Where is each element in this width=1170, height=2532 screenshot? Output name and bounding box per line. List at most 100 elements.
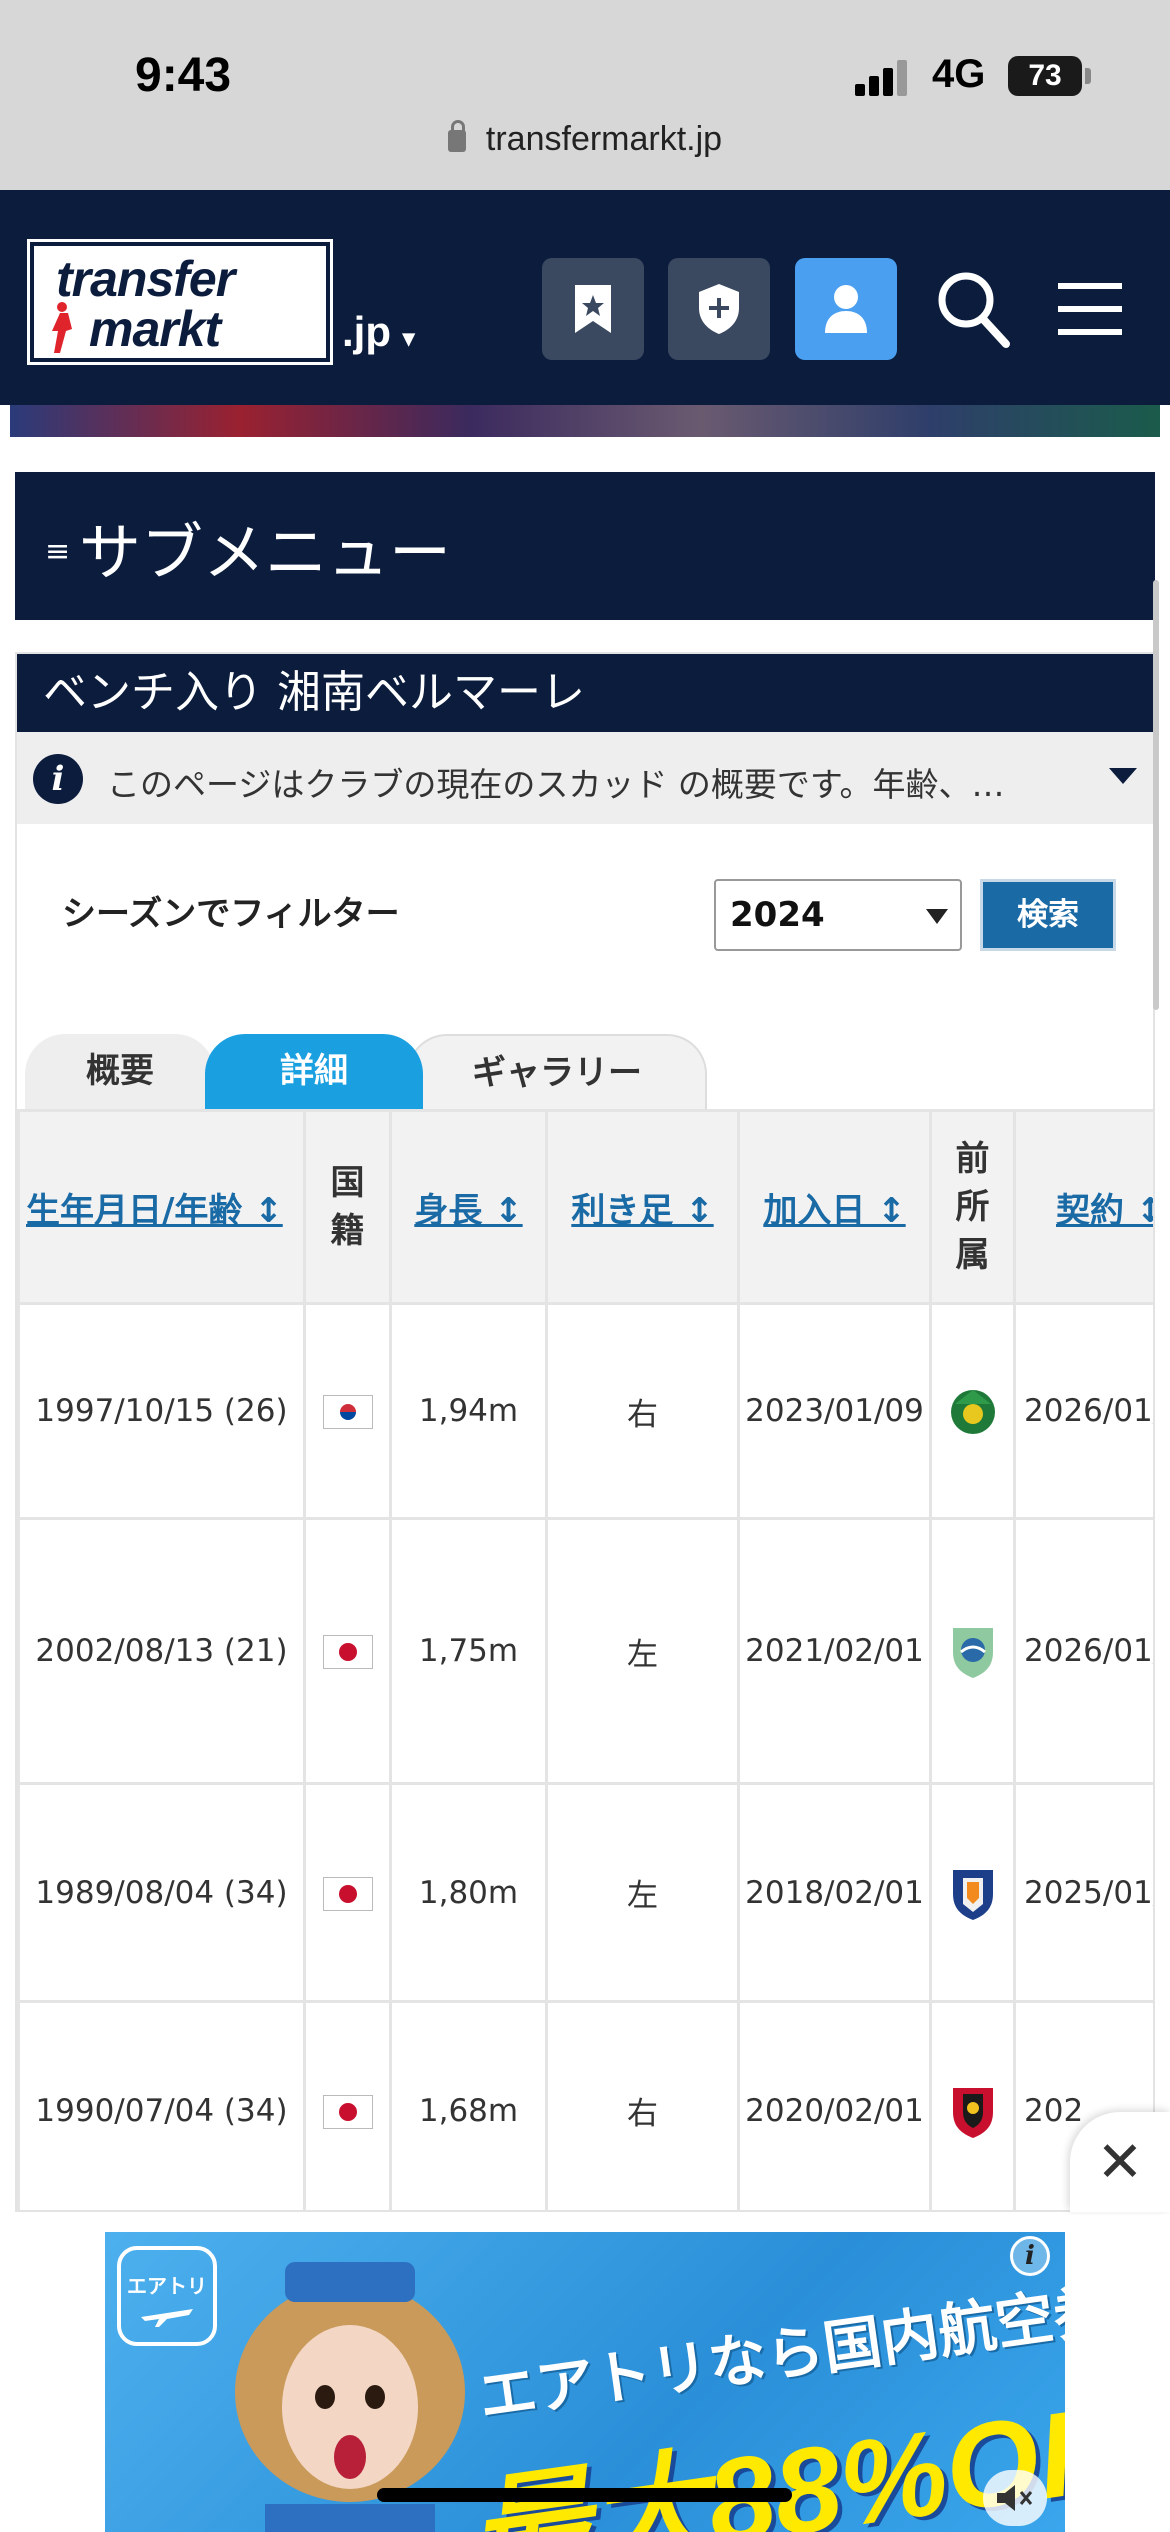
table-row[interactable]: 2002/08/13 (21) 1,75m 左 2021/02/01 2026/…: [17, 1517, 1153, 1785]
airplane-icon: [141, 2309, 193, 2327]
hamburger-menu-button[interactable]: [1045, 258, 1135, 360]
squad-title: ベンチ入り 湘南ベルマーレ: [17, 654, 1153, 732]
table-row[interactable]: 1997/10/15 (26) 1,94m 右 2023/01/09 2026/…: [17, 1302, 1153, 1520]
club-button[interactable]: [668, 258, 770, 360]
foot-cell: 左: [545, 1782, 740, 2003]
header-contract[interactable]: 契約 ↕: [1013, 1109, 1153, 1305]
dob-cell: 1990/07/04 (34): [17, 2000, 306, 2210]
red-crest-icon[interactable]: [947, 2082, 999, 2140]
prev-club-cell[interactable]: [929, 1782, 1016, 2003]
height-cell: 1,80m: [389, 1782, 548, 2003]
ad-banner[interactable]: エアトリ エアトリなら国内航空券が 最大88%OFF!? i: [105, 2232, 1065, 2532]
prev-club-cell[interactable]: [929, 2000, 1016, 2210]
site-logo[interactable]: transfer markt: [27, 239, 333, 365]
height-cell: 1,75m: [389, 1517, 548, 1785]
network-type: 4G: [932, 52, 986, 96]
submenu-toggle[interactable]: ≡ サブメニュー: [15, 472, 1155, 620]
home-indicator[interactable]: [377, 2488, 792, 2502]
header-joined[interactable]: 加入日 ↕: [737, 1109, 932, 1305]
season-value: 2024: [730, 895, 825, 935]
height-cell: 1,94m: [389, 1302, 548, 1520]
battery-tip: [1085, 68, 1091, 84]
domain-selector[interactable]: .jp ▾: [342, 308, 415, 356]
sort-joined-link[interactable]: 加入日 ↕: [763, 1191, 905, 1231]
expand-caret-icon[interactable]: [1109, 768, 1137, 784]
season-search-button[interactable]: 検索: [980, 879, 1116, 951]
header-nation: 国籍: [303, 1109, 392, 1305]
logo-player-icon: [52, 302, 72, 353]
green-crest-icon[interactable]: [947, 1382, 999, 1440]
contract-cell: 2026/01/: [1013, 1302, 1153, 1520]
close-icon: ✕: [1096, 2129, 1144, 2195]
blue-orange-crest-icon[interactable]: [947, 1864, 999, 1922]
header-foot[interactable]: 利き足 ↕: [545, 1109, 740, 1305]
battery-icon: 73: [1008, 56, 1082, 96]
nation-cell: [303, 1302, 392, 1520]
shield-plus-icon: [699, 284, 739, 334]
close-ad-button[interactable]: ✕: [1070, 2112, 1170, 2212]
table-header-row: 生年月日/年齢 ↕ 国籍 身長 ↕ 利き足 ↕ 加入日 ↕ 前所属 契約 ↕: [17, 1109, 1153, 1305]
prev-club-cell[interactable]: [929, 1302, 1016, 1520]
joined-cell: 2018/02/01: [737, 1782, 932, 2003]
sort-height-link[interactable]: 身長 ↕: [414, 1191, 522, 1231]
nation-cell: [303, 1517, 392, 1785]
status-bar: 9:43 4G 73 transfermarkt.jp: [0, 0, 1170, 190]
flag-south-korea-icon: [322, 1395, 373, 1430]
chevron-down-icon: ▾: [402, 325, 415, 352]
joined-cell: 2021/02/01: [737, 1517, 932, 1785]
foot-cell: 右: [545, 1302, 740, 1520]
user-button[interactable]: [795, 258, 897, 360]
bookmark-icon: [575, 285, 611, 333]
tab-overview[interactable]: 概要: [25, 1034, 215, 1109]
ad-info-icon[interactable]: i: [1010, 2236, 1050, 2276]
sort-dob-link[interactable]: 生年月日/年齢 ↕: [26, 1191, 283, 1231]
sort-foot-link[interactable]: 利き足 ↕: [571, 1191, 713, 1231]
ad-mute-button[interactable]: [983, 2470, 1047, 2526]
tab-detail[interactable]: 詳細: [205, 1034, 423, 1109]
search-button[interactable]: [928, 258, 1018, 360]
lock-icon: [447, 120, 466, 152]
page-scrollbar[interactable]: [1153, 580, 1159, 1010]
shonan-crest-icon[interactable]: [947, 1622, 999, 1680]
header-prev-club: 前所属: [929, 1109, 1016, 1305]
header-dob[interactable]: 生年月日/年齢 ↕: [17, 1109, 306, 1305]
info-bar[interactable]: i このページはクラブの現在のスカッド の概要です。年齢、…: [17, 732, 1153, 824]
user-icon: [825, 285, 867, 333]
contract-cell: 2025/01/: [1013, 1782, 1153, 2003]
search-icon: [938, 272, 1010, 348]
squad-table-wrapper[interactable]: 生年月日/年齢 ↕ 国籍 身長 ↕ 利き足 ↕ 加入日 ↕ 前所属 契約 ↕ 1…: [17, 1109, 1153, 2210]
squad-table: 生年月日/年齢 ↕ 国籍 身長 ↕ 利き足 ↕ 加入日 ↕ 前所属 契約 ↕ 1…: [17, 1109, 1153, 2210]
season-select[interactable]: 2024: [714, 879, 962, 951]
flag-japan-icon: [322, 2094, 373, 2129]
bookmark-button[interactable]: [542, 258, 644, 360]
dob-cell: 1989/08/04 (34): [17, 1782, 306, 2003]
tab-gallery[interactable]: ギャラリー: [407, 1034, 707, 1109]
table-row[interactable]: 1990/07/04 (34) 1,68m 右 2020/02/01 202: [17, 2000, 1153, 2210]
site-header: transfer markt .jp ▾: [0, 190, 1170, 405]
season-filter-label: シーズンでフィルター: [62, 894, 400, 934]
submenu-title: サブメニュー: [79, 516, 452, 589]
clock: 9:43: [135, 49, 232, 102]
domain-label: .jp: [342, 308, 391, 355]
nation-cell: [303, 2000, 392, 2210]
dob-cell: 1997/10/15 (26): [17, 1302, 306, 1520]
header-prev-club-label: 前所属: [955, 1139, 990, 1275]
header-height[interactable]: 身長 ↕: [389, 1109, 548, 1305]
ad-logo-text: エアトリ: [127, 2274, 207, 2298]
address-bar[interactable]: transfermarkt.jp: [0, 120, 1170, 159]
dob-cell: 2002/08/13 (21): [17, 1517, 306, 1785]
info-icon: i: [33, 754, 83, 804]
logo-text-bottom: markt: [89, 301, 221, 357]
flag-japan-icon: [322, 1876, 373, 1911]
squad-card: ベンチ入り 湘南ベルマーレ i このページはクラブの現在のスカッド の概要です。…: [15, 652, 1155, 2212]
flag-japan-icon: [322, 1635, 373, 1670]
joined-cell: 2023/01/09: [737, 1302, 932, 1520]
url-text: transfermarkt.jp: [485, 120, 723, 158]
table-row[interactable]: 1989/08/04 (34) 1,80m 左 2018/02/01 2025/…: [17, 1782, 1153, 2003]
sort-contract-link[interactable]: 契約 ↕: [1056, 1191, 1153, 1231]
ad-brand-logo: エアトリ: [117, 2246, 217, 2346]
prev-club-cell[interactable]: [929, 1517, 1016, 1785]
dropdown-arrow-icon: [926, 909, 948, 924]
hero-image-strip: [10, 405, 1160, 437]
header-nation-label: 国籍: [330, 1163, 365, 1251]
